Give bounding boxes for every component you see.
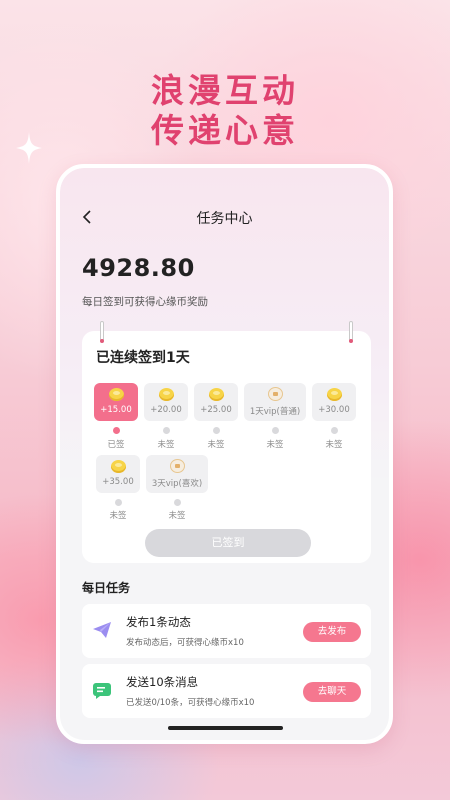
signin-day-status: 未签 [168, 511, 186, 521]
signin-day-reward: 1天vip(普通) [249, 407, 301, 417]
task-description: 发布动态后，可获得心缘币x10 [126, 638, 244, 648]
coin-balance: 4928.80 [82, 254, 195, 282]
coin-icon [110, 460, 126, 473]
daily-tasks-title: 每日任务 [82, 581, 131, 595]
signin-day-3[interactable]: +25.00 [194, 383, 238, 421]
binder-ring-right [349, 321, 353, 343]
signin-day-status: 未签 [325, 440, 343, 450]
signin-day-5[interactable]: +30.00 [312, 383, 356, 421]
home-indicator [168, 726, 283, 730]
signin-day-status: 已签 [107, 440, 125, 450]
task-center-screen: 任务中心 4928.80 每日签到可获得心缘币奖励 已连续签到1天 +15.00… [60, 168, 389, 740]
promo-headline-line2: 传递心意 [151, 111, 299, 150]
signin-day-reward: +30.00 [318, 405, 350, 415]
signin-day-status: 未签 [207, 440, 225, 450]
signed-in-button[interactable]: 已签到 [145, 529, 311, 557]
balance-description: 每日签到可获得心缘币奖励 [82, 296, 208, 308]
send-plane-icon [93, 622, 111, 638]
vip-icon [267, 387, 283, 401]
signin-day-status: 未签 [266, 440, 284, 450]
signin-day-1[interactable]: +15.00 [94, 383, 138, 421]
vip-icon [169, 459, 185, 473]
signin-day-reward: +25.00 [200, 405, 232, 415]
signin-day-reward: +15.00 [100, 405, 132, 415]
task-title: 发布1条动态 [126, 615, 191, 629]
signin-day-reward: +20.00 [150, 405, 182, 415]
binder-ring-left [100, 321, 104, 343]
signin-day-4[interactable]: 1天vip(普通) [244, 383, 306, 421]
nav-bar: 任务中心 [60, 204, 389, 232]
signin-day-status: 未签 [109, 511, 127, 521]
task-description: 已发送0/10条，可获得心缘币x10 [126, 698, 255, 708]
phone-mockup: 任务中心 4928.80 每日签到可获得心缘币奖励 已连续签到1天 +15.00… [56, 164, 393, 744]
task-item-chat: 发送10条消息 已发送0/10条，可获得心缘币x10 去聊天 [82, 664, 371, 718]
coin-icon [208, 388, 224, 401]
page-title: 任务中心 [196, 211, 253, 227]
signin-streak-title: 已连续签到1天 [96, 350, 190, 366]
signin-day-2[interactable]: +20.00 [144, 383, 188, 421]
signin-day-dot [173, 499, 181, 506]
go-chat-button[interactable]: 去聊天 [303, 682, 361, 702]
sparkle-icon [16, 132, 42, 164]
coin-icon [108, 388, 124, 401]
task-item-post: 发布1条动态 发布动态后，可获得心缘币x10 去发布 [82, 604, 371, 658]
signin-day-dot [271, 427, 279, 434]
coin-icon [326, 388, 342, 401]
go-post-button[interactable]: 去发布 [303, 622, 361, 642]
signin-day-dot [212, 427, 220, 434]
signin-day-dot [162, 427, 170, 434]
signin-day-reward: 3天vip(喜欢) [151, 479, 203, 489]
signin-day-dot [112, 427, 120, 434]
signin-card: 已连续签到1天 +15.00 已签 +20.00 未签 +25.00 未签 1天… [82, 321, 371, 563]
signin-day-6[interactable]: +35.00 [96, 455, 140, 493]
task-title: 发送10条消息 [126, 675, 199, 689]
signin-day-7[interactable]: 3天vip(喜欢) [146, 455, 208, 493]
signin-day-reward: +35.00 [102, 477, 134, 487]
signin-day-status: 未签 [157, 440, 175, 450]
coin-icon [158, 388, 174, 401]
signin-day-dot [330, 427, 338, 434]
signin-day-dot [114, 499, 122, 506]
chat-message-icon [93, 683, 111, 699]
